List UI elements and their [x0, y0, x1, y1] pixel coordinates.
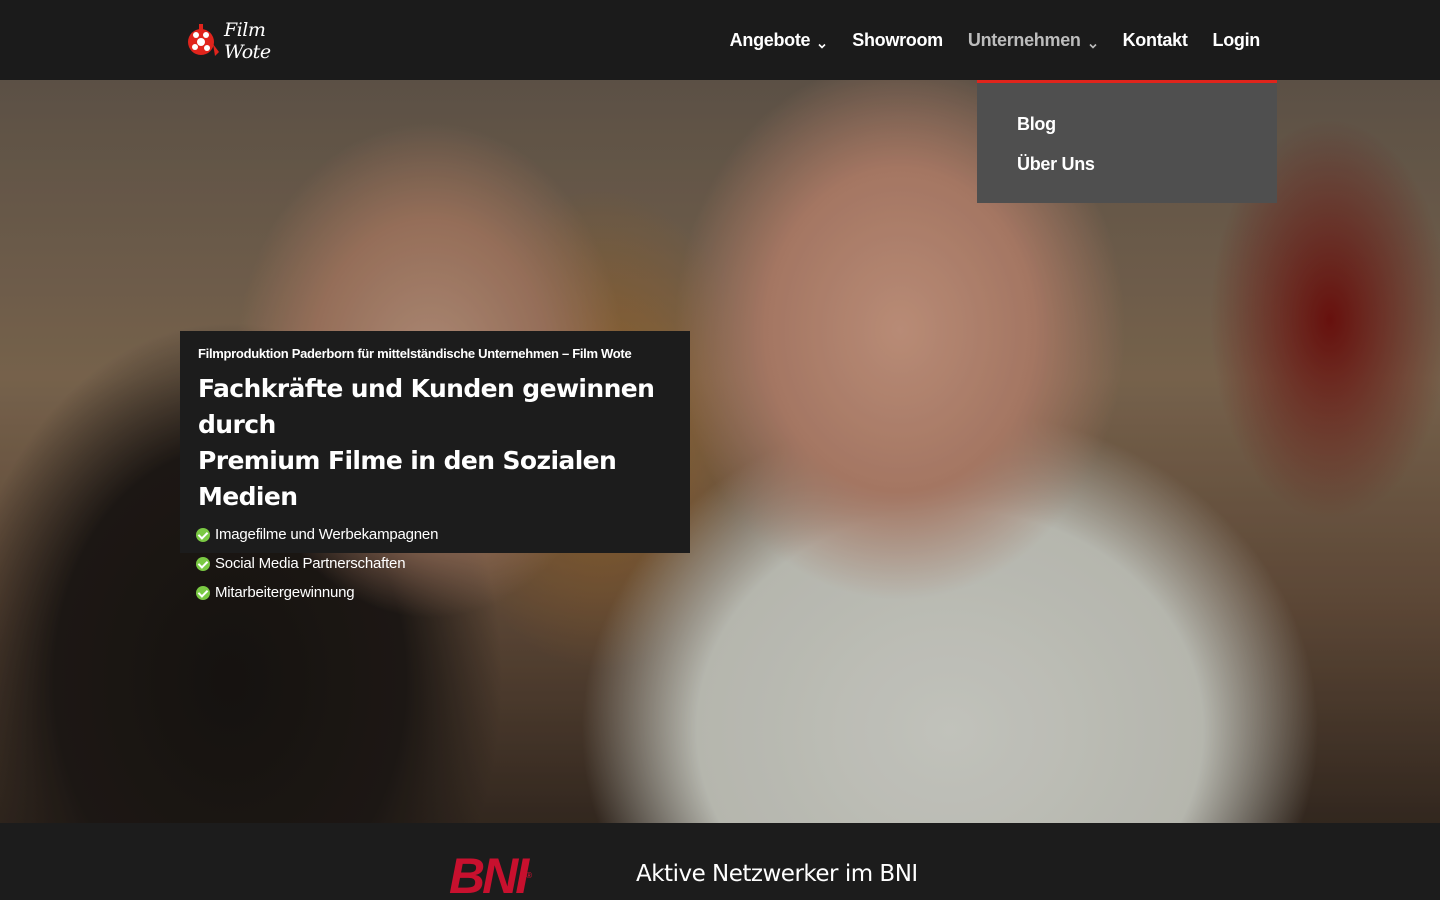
feature-list: Imagefilme und Werbekampagnen Social Med…: [196, 520, 674, 607]
hero-title: Fachkräfte und Kunden gewinnen durch Pre…: [198, 371, 674, 515]
chevron-down-icon: [817, 35, 827, 49]
check-circle-icon: [196, 556, 210, 571]
film-reel-icon: [186, 22, 220, 60]
dropdown-item-ueber-uns[interactable]: Über Uns: [977, 153, 1277, 193]
list-item: Social Media Partnerschaften: [196, 549, 674, 578]
registered-mark: ®: [526, 871, 533, 880]
logo-text: Film Wote: [224, 19, 271, 63]
hero-title-line: Premium Filme in den Sozialen Medien: [198, 446, 617, 511]
bni-section: BNI® Aktive Netzwerker im BNI: [0, 823, 1440, 900]
nav-item-label: Angebote: [729, 29, 811, 50]
unternehmen-dropdown: Blog Über Uns: [977, 80, 1277, 203]
list-item: Mitarbeitergewinnung: [196, 578, 674, 607]
logo[interactable]: Film Wote: [186, 19, 311, 63]
nav-item-showroom[interactable]: Showroom: [852, 30, 943, 51]
main-nav: Angebote Showroom Unternehmen Kontakt Lo…: [705, 0, 1261, 80]
nav-item-kontakt[interactable]: Kontakt: [1123, 30, 1188, 51]
bni-logo: BNI®: [449, 851, 532, 900]
hero-kicker: Filmproduktion Paderborn für mittelständ…: [198, 346, 632, 361]
bni-heading: Aktive Netzwerker im BNI: [636, 861, 918, 887]
feature-label: Mitarbeitergewinnung: [215, 584, 355, 601]
nav-item-unternehmen[interactable]: Unternehmen: [968, 30, 1098, 51]
nav-item-label: Showroom: [852, 29, 943, 50]
feature-label: Imagefilme und Werbekampagnen: [215, 526, 439, 543]
hero-text-box: Filmproduktion Paderborn für mittelständ…: [180, 331, 690, 601]
nav-item-label: Kontakt: [1122, 29, 1188, 50]
nav-item-label: Login: [1212, 29, 1261, 50]
check-circle-icon: [196, 585, 210, 600]
check-circle-icon: [196, 527, 210, 542]
chevron-down-icon: [1088, 35, 1098, 49]
dropdown-item-blog[interactable]: Blog: [977, 113, 1277, 153]
nav-item-label: Unternehmen: [967, 29, 1081, 50]
bni-logo-text: BNI: [449, 848, 529, 900]
nav-item-login[interactable]: Login: [1212, 29, 1261, 51]
nav-item-angebote[interactable]: Angebote: [730, 30, 828, 51]
list-item: Imagefilme und Werbekampagnen: [196, 520, 674, 549]
site-header: Film Wote Angebote Showroom Unternehmen …: [0, 0, 1440, 80]
feature-label: Social Media Partnerschaften: [215, 555, 406, 572]
hero-title-line: Fachkräfte und Kunden gewinnen durch: [198, 374, 655, 439]
